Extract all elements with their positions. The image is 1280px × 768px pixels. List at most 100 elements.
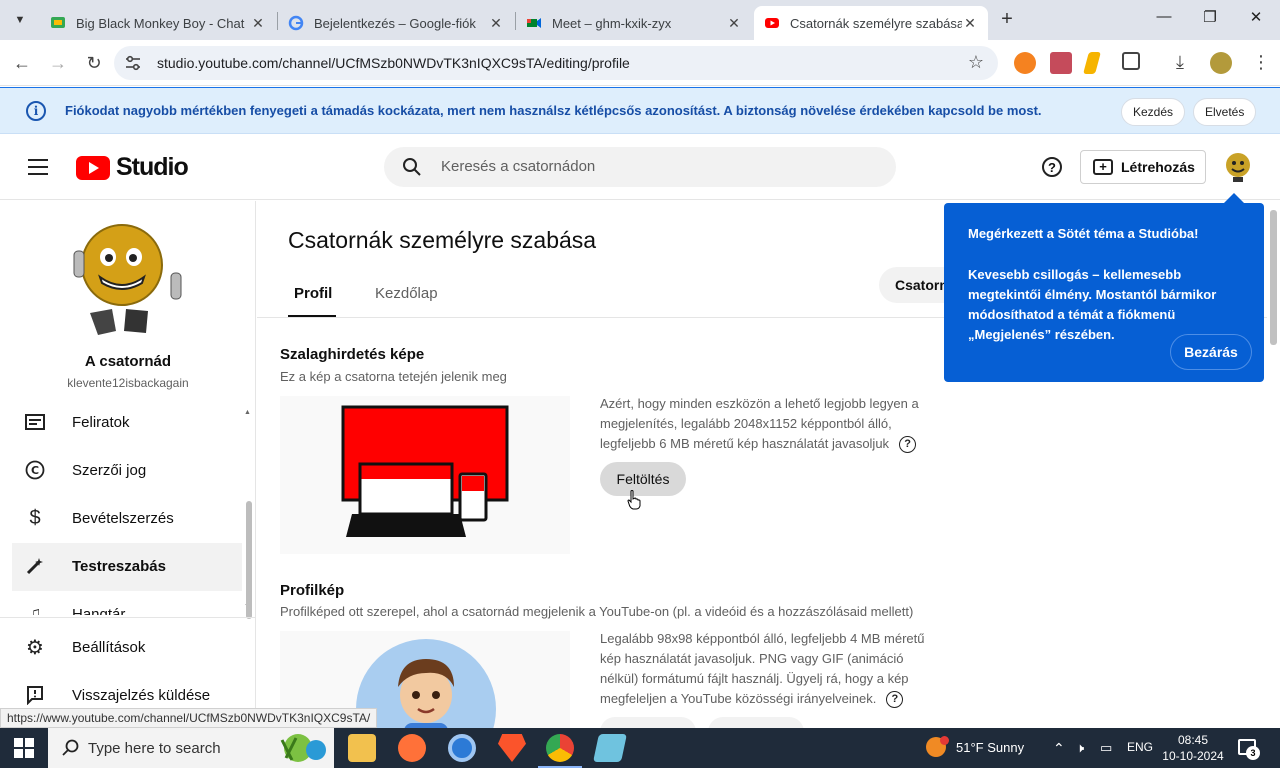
taskbar-search-placeholder: Type here to search bbox=[88, 740, 221, 757]
weather-text[interactable]: 51°F Sunny bbox=[956, 740, 1024, 755]
forward-icon[interactable]: → bbox=[46, 51, 70, 75]
scroll-up-arrow-icon[interactable]: ▲ bbox=[244, 409, 251, 416]
banner-start-button[interactable]: Kezdés bbox=[1121, 98, 1186, 126]
sidebar-item-customization[interactable]: Testreszabás bbox=[12, 543, 242, 591]
browser-tab-chat[interactable]: Big Black Monkey Boy - Chat ✕ bbox=[40, 6, 276, 40]
sidebar-item-settings[interactable]: ⚙ Beállítások bbox=[12, 624, 242, 672]
create-video-icon: + bbox=[1093, 159, 1113, 175]
sidebar-item-subtitles[interactable]: Feliratok bbox=[12, 399, 242, 447]
sidebar-item-label: Testreszabás bbox=[72, 558, 166, 575]
tab-title: Big Black Monkey Boy - Chat bbox=[76, 15, 245, 31]
file-explorer-icon[interactable] bbox=[348, 734, 376, 762]
google-icon bbox=[288, 15, 304, 31]
profile-description-text: Legalább 98x98 képpontból álló, legfelje… bbox=[600, 631, 925, 706]
upload-banner-button[interactable]: Feltöltés bbox=[600, 462, 686, 496]
tab-close-icon[interactable]: ✕ bbox=[962, 15, 978, 32]
studio-header: Studio Keresés a csatornádon ? + Létreho… bbox=[0, 135, 1280, 200]
new-tab-icon[interactable]: + bbox=[996, 8, 1018, 30]
profile-description: Legalább 98x98 képpontból álló, legfelje… bbox=[600, 629, 940, 709]
youtube-studio-icon bbox=[764, 15, 780, 31]
channel-search-input[interactable]: Keresés a csatornádon bbox=[384, 147, 896, 187]
profile-section-subtitle: Profilképed ott szerepel, ahol a csatorn… bbox=[280, 604, 914, 619]
notification-count-badge: 3 bbox=[1246, 746, 1260, 760]
tab-close-icon[interactable]: ✕ bbox=[726, 15, 742, 32]
tab-home[interactable]: Kezdőlap bbox=[375, 285, 438, 302]
dark-theme-popup: Megérkezett a Sötét téma a Studióba! Kev… bbox=[944, 193, 1264, 382]
volume-muted-icon[interactable]: 🕨 bbox=[1076, 740, 1084, 756]
svg-text:C: C bbox=[31, 464, 39, 477]
extensions-puzzle-icon[interactable] bbox=[1122, 52, 1140, 70]
sidebar-item-copyright[interactable]: C Szerzői jog bbox=[12, 447, 242, 495]
google-chat-icon bbox=[50, 15, 66, 31]
sidebar-item-monetization[interactable]: $ Bevételszerzés bbox=[12, 495, 242, 543]
banner-description: Azért, hogy minden eszközön a lehető leg… bbox=[600, 394, 940, 454]
address-bar[interactable]: studio.youtube.com/channel/UCfMSzb0NWDvT… bbox=[114, 46, 998, 80]
extension-icon[interactable] bbox=[1083, 52, 1101, 74]
brave-icon[interactable] bbox=[498, 734, 526, 762]
remove-profile-button[interactable] bbox=[708, 717, 804, 728]
download-icon[interactable]: ⤓ bbox=[1176, 52, 1198, 74]
extension-icon[interactable] bbox=[1050, 52, 1072, 74]
sidebar-item-label: Hangtár bbox=[72, 606, 126, 615]
profile-avatar-icon[interactable] bbox=[1210, 52, 1232, 74]
change-profile-button[interactable] bbox=[600, 717, 696, 728]
help-circle-icon[interactable]: ? bbox=[899, 436, 917, 454]
gear-icon: ⚙ bbox=[26, 636, 44, 659]
weather-alert-badge bbox=[940, 736, 949, 745]
sidebar-divider bbox=[0, 617, 255, 618]
sidebar-scrollbar[interactable] bbox=[246, 501, 252, 619]
chrome-icon[interactable] bbox=[538, 734, 582, 768]
taskbar-search-input[interactable]: Type here to search bbox=[48, 728, 334, 768]
search-icon bbox=[403, 158, 421, 176]
hand-cursor-icon bbox=[627, 490, 641, 510]
popup-close-button[interactable]: Bezárás bbox=[1170, 334, 1252, 370]
sidebar-item-audio-library[interactable]: ♫ Hangtár bbox=[12, 591, 242, 615]
system-clock[interactable]: 08:45 10-10-2024 bbox=[1158, 732, 1228, 764]
status-url-bar: https://www.youtube.com/channel/UCfMSzb0… bbox=[0, 708, 378, 728]
studio-logo[interactable]: Studio bbox=[76, 153, 189, 182]
banner-preview bbox=[280, 396, 570, 554]
browser-app-icon[interactable] bbox=[448, 734, 476, 762]
tab-close-icon[interactable]: ✕ bbox=[488, 15, 504, 32]
search-placeholder: Keresés a csatornádon bbox=[441, 158, 596, 175]
tray-chevron-up-icon[interactable]: ⌃ bbox=[1053, 740, 1065, 757]
minimize-icon[interactable]: — bbox=[1152, 8, 1176, 32]
network-icon[interactable]: ▭ bbox=[1100, 740, 1112, 756]
firefox-icon[interactable] bbox=[398, 734, 426, 762]
browser-menu-icon[interactable]: ⋮ bbox=[1250, 52, 1272, 74]
security-banner: i Fiókodat nagyobb mértékben fenyegeti a… bbox=[0, 87, 1280, 134]
notes-app-icon[interactable] bbox=[593, 734, 627, 762]
tab-close-icon[interactable]: ✕ bbox=[250, 15, 266, 32]
hamburger-menu-icon[interactable] bbox=[28, 159, 48, 175]
account-avatar[interactable] bbox=[1222, 151, 1254, 183]
help-circle-icon[interactable]: ? bbox=[886, 691, 904, 709]
extension-icon[interactable] bbox=[1014, 52, 1036, 74]
banner-dismiss-button[interactable]: Elvetés bbox=[1193, 98, 1257, 126]
site-info-icon[interactable] bbox=[124, 54, 142, 72]
reload-icon[interactable]: ↻ bbox=[82, 51, 106, 75]
profile-section-title: Profilkép bbox=[280, 582, 345, 599]
tab-search-chevron-icon[interactable]: ▼ bbox=[8, 8, 32, 32]
popup-title: Megérkezett a Sötét téma a Studióba! bbox=[968, 226, 1199, 241]
left-navigation: A csatornád klevente12isbackagain ▲ Feli… bbox=[0, 201, 256, 728]
tab-title: Csatornák személyre szabása - bbox=[790, 15, 962, 31]
bookmark-star-icon[interactable]: ☆ bbox=[968, 52, 984, 73]
browser-tab-meet[interactable]: Meet – ghm-kxik-zyx ✕ bbox=[516, 6, 752, 40]
meet-icon bbox=[526, 15, 542, 31]
browser-tab-studio[interactable]: Csatornák személyre szabása - ✕ bbox=[754, 6, 988, 40]
clock-date: 10-10-2024 bbox=[1162, 749, 1224, 763]
browser-toolbar: ← → ↻ studio.youtube.com/channel/UCfMSzb… bbox=[0, 40, 1280, 86]
restore-icon[interactable]: ❐ bbox=[1198, 8, 1222, 32]
help-icon[interactable]: ? bbox=[1042, 157, 1062, 177]
close-window-icon[interactable]: ✕ bbox=[1244, 8, 1268, 32]
channel-avatar[interactable] bbox=[68, 221, 188, 339]
language-indicator[interactable]: ENG bbox=[1127, 740, 1153, 754]
back-icon[interactable]: ← bbox=[10, 51, 34, 75]
windows-start-icon[interactable] bbox=[14, 738, 34, 758]
youtube-play-icon bbox=[76, 155, 110, 180]
tab-profile[interactable]: Profil bbox=[294, 285, 332, 302]
create-label: Létrehozás bbox=[1121, 159, 1195, 175]
create-button[interactable]: + Létrehozás bbox=[1080, 150, 1206, 184]
browser-tab-google-account[interactable]: Bejelentkezés – Google-fiók ✕ bbox=[278, 6, 514, 40]
page-scrollbar[interactable] bbox=[1270, 210, 1277, 345]
